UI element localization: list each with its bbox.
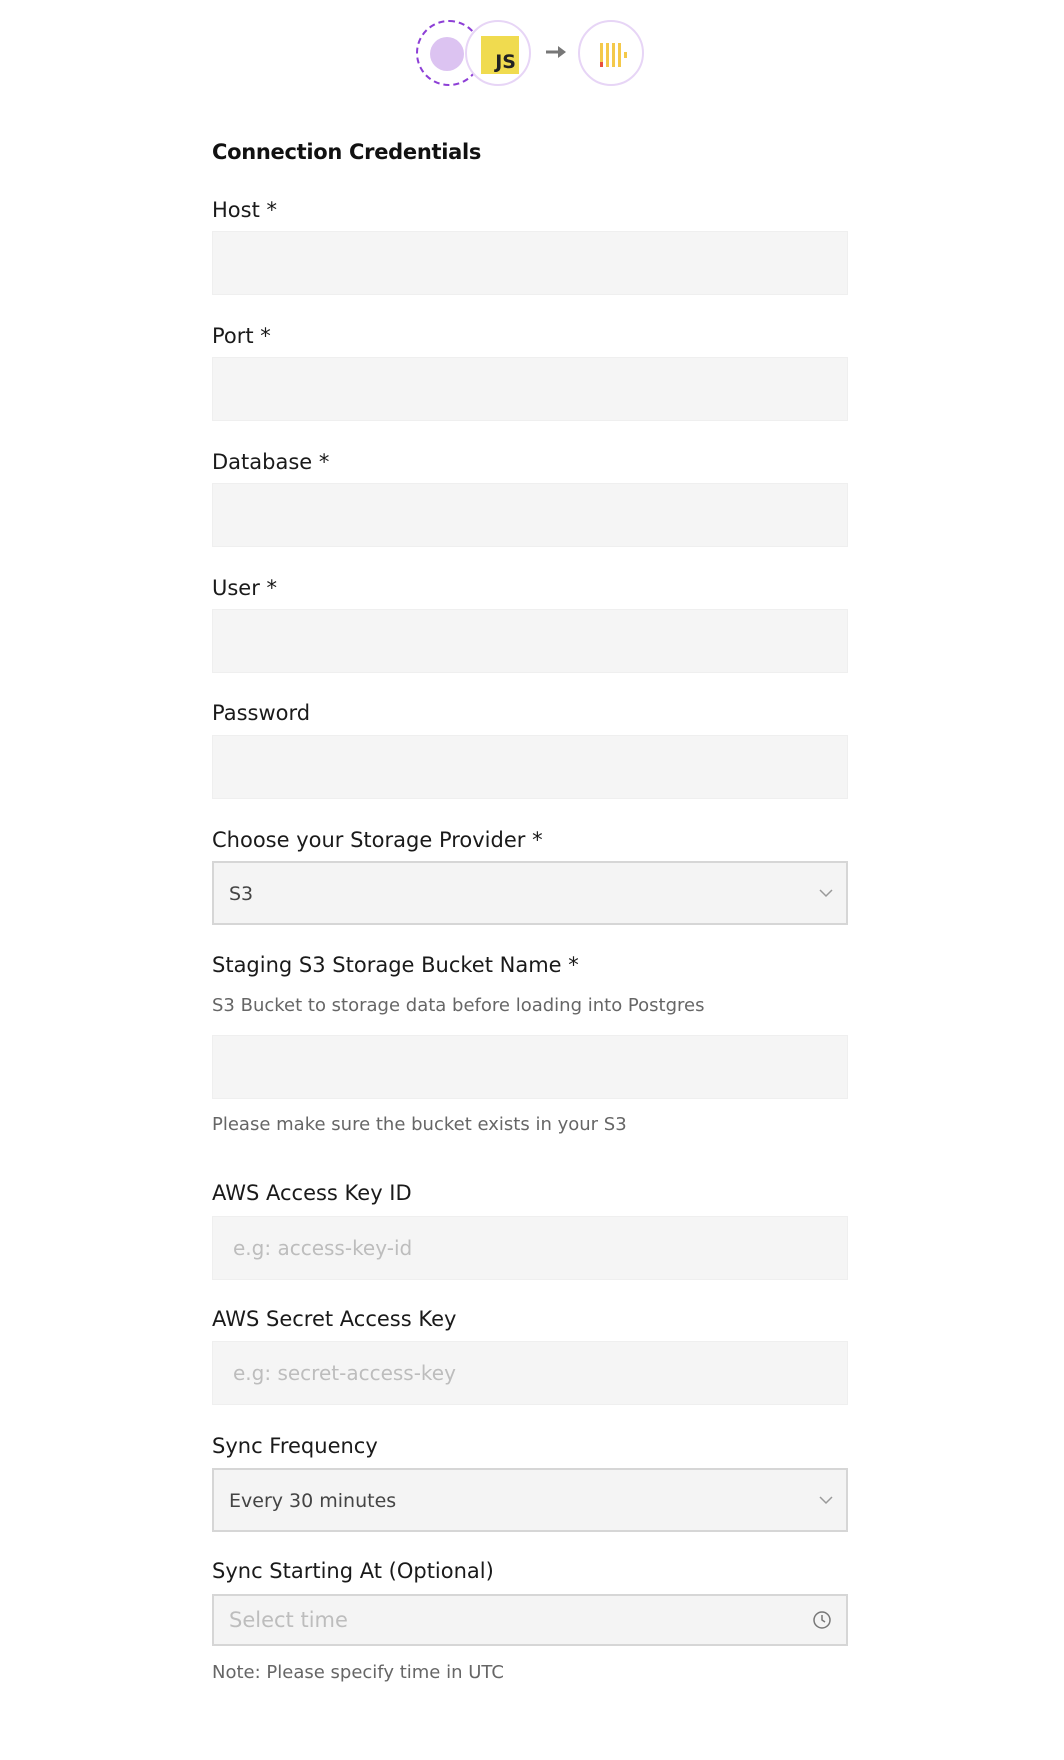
chevron-down-icon [819,889,833,898]
sync-start-timepicker[interactable]: Select time [212,1594,848,1646]
database-input[interactable] [212,483,848,547]
access-key-input[interactable]: e.g: access-key-id [212,1216,848,1280]
port-label: Port * [212,324,271,348]
js-logo: JS [465,20,531,86]
sync-start-note: Note: Please specify time in UTC [212,1662,504,1683]
port-input[interactable] [212,357,848,421]
clickhouse-logo [578,20,644,86]
storage-provider-value: S3 [229,883,254,905]
password-input[interactable] [212,735,848,799]
bucket-help: Please make sure the bucket exists in yo… [212,1114,627,1135]
host-input[interactable] [212,231,848,295]
bucket-description: S3 Bucket to storage data before loading… [212,995,705,1016]
database-label: Database * [212,450,330,474]
js-badge: JS [481,36,519,74]
access-key-placeholder: e.g: access-key-id [233,1236,413,1260]
secret-key-input[interactable]: e.g: secret-access-key [212,1341,848,1405]
user-label: User * [212,576,278,600]
sync-frequency-value: Every 30 minutes [229,1490,397,1512]
bucket-input[interactable] [212,1035,848,1099]
source-logo-dot [430,37,464,71]
storage-provider-label: Choose your Storage Provider * [212,828,543,852]
secret-key-label: AWS Secret Access Key [212,1307,457,1331]
storage-provider-select[interactable]: S3 [212,861,848,925]
sync-frequency-label: Sync Frequency [212,1434,378,1458]
clickhouse-icon [600,43,627,67]
section-title: Connection Credentials [212,140,482,164]
bucket-label: Staging S3 Storage Bucket Name * [212,953,579,977]
chevron-down-icon [819,1496,833,1505]
sync-start-label: Sync Starting At (Optional) [212,1559,494,1583]
connection-logos: JS [0,20,1064,90]
secret-key-placeholder: e.g: secret-access-key [233,1361,456,1385]
sync-frequency-select[interactable]: Every 30 minutes [212,1468,848,1532]
host-label: Host * [212,198,277,222]
user-input[interactable] [212,609,848,673]
arrow-right-icon [546,46,566,58]
sync-start-placeholder: Select time [229,1608,348,1632]
password-label: Password [212,701,311,725]
access-key-label: AWS Access Key ID [212,1181,412,1205]
clock-icon [813,1611,831,1629]
